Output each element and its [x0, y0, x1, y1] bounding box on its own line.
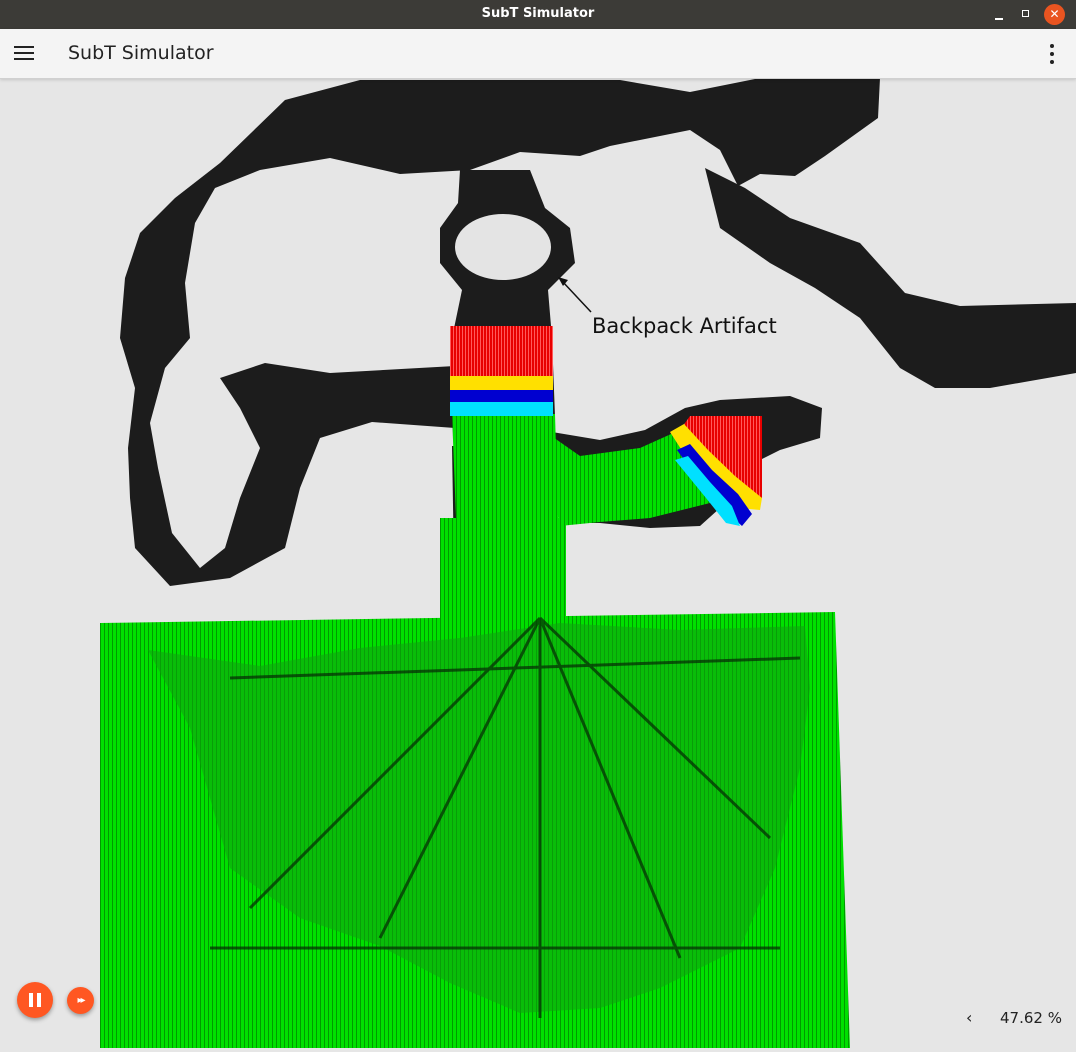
scene-render: [100, 78, 1076, 1048]
play-pause-button[interactable]: [17, 982, 53, 1018]
window-title: SubT Simulator: [481, 6, 595, 21]
close-button[interactable]: ✕: [1044, 4, 1065, 25]
backpack-artifact-marker[interactable]: [455, 214, 551, 280]
real-time-factor: 47.62 %: [1000, 1009, 1062, 1027]
stats-expand-chevron-icon[interactable]: ‹: [966, 1008, 972, 1027]
close-icon: ✕: [1049, 7, 1060, 21]
cave-tunnels: [120, 78, 1076, 623]
minimize-icon: [995, 18, 1003, 20]
maximize-icon: [1022, 10, 1029, 17]
3d-scene-viewport[interactable]: [0, 78, 1076, 1048]
app-toolbar: SubT Simulator: [0, 29, 1076, 79]
step-forward-button[interactable]: ▸▸: [67, 987, 94, 1014]
minimize-button[interactable]: [989, 4, 1010, 25]
fast-forward-icon: ▸▸: [77, 995, 85, 1006]
hamburger-menu-icon[interactable]: [14, 44, 34, 62]
backpack-artifact-label: Backpack Artifact: [592, 314, 777, 338]
app-title: SubT Simulator: [68, 42, 214, 64]
annotation-arrowhead: [558, 277, 568, 286]
vertical-dots-icon[interactable]: [1043, 43, 1061, 65]
annotation-pointer: [561, 280, 592, 313]
window-titlebar: SubT Simulator ✕: [0, 0, 1076, 29]
maximize-button[interactable]: [1016, 4, 1037, 25]
